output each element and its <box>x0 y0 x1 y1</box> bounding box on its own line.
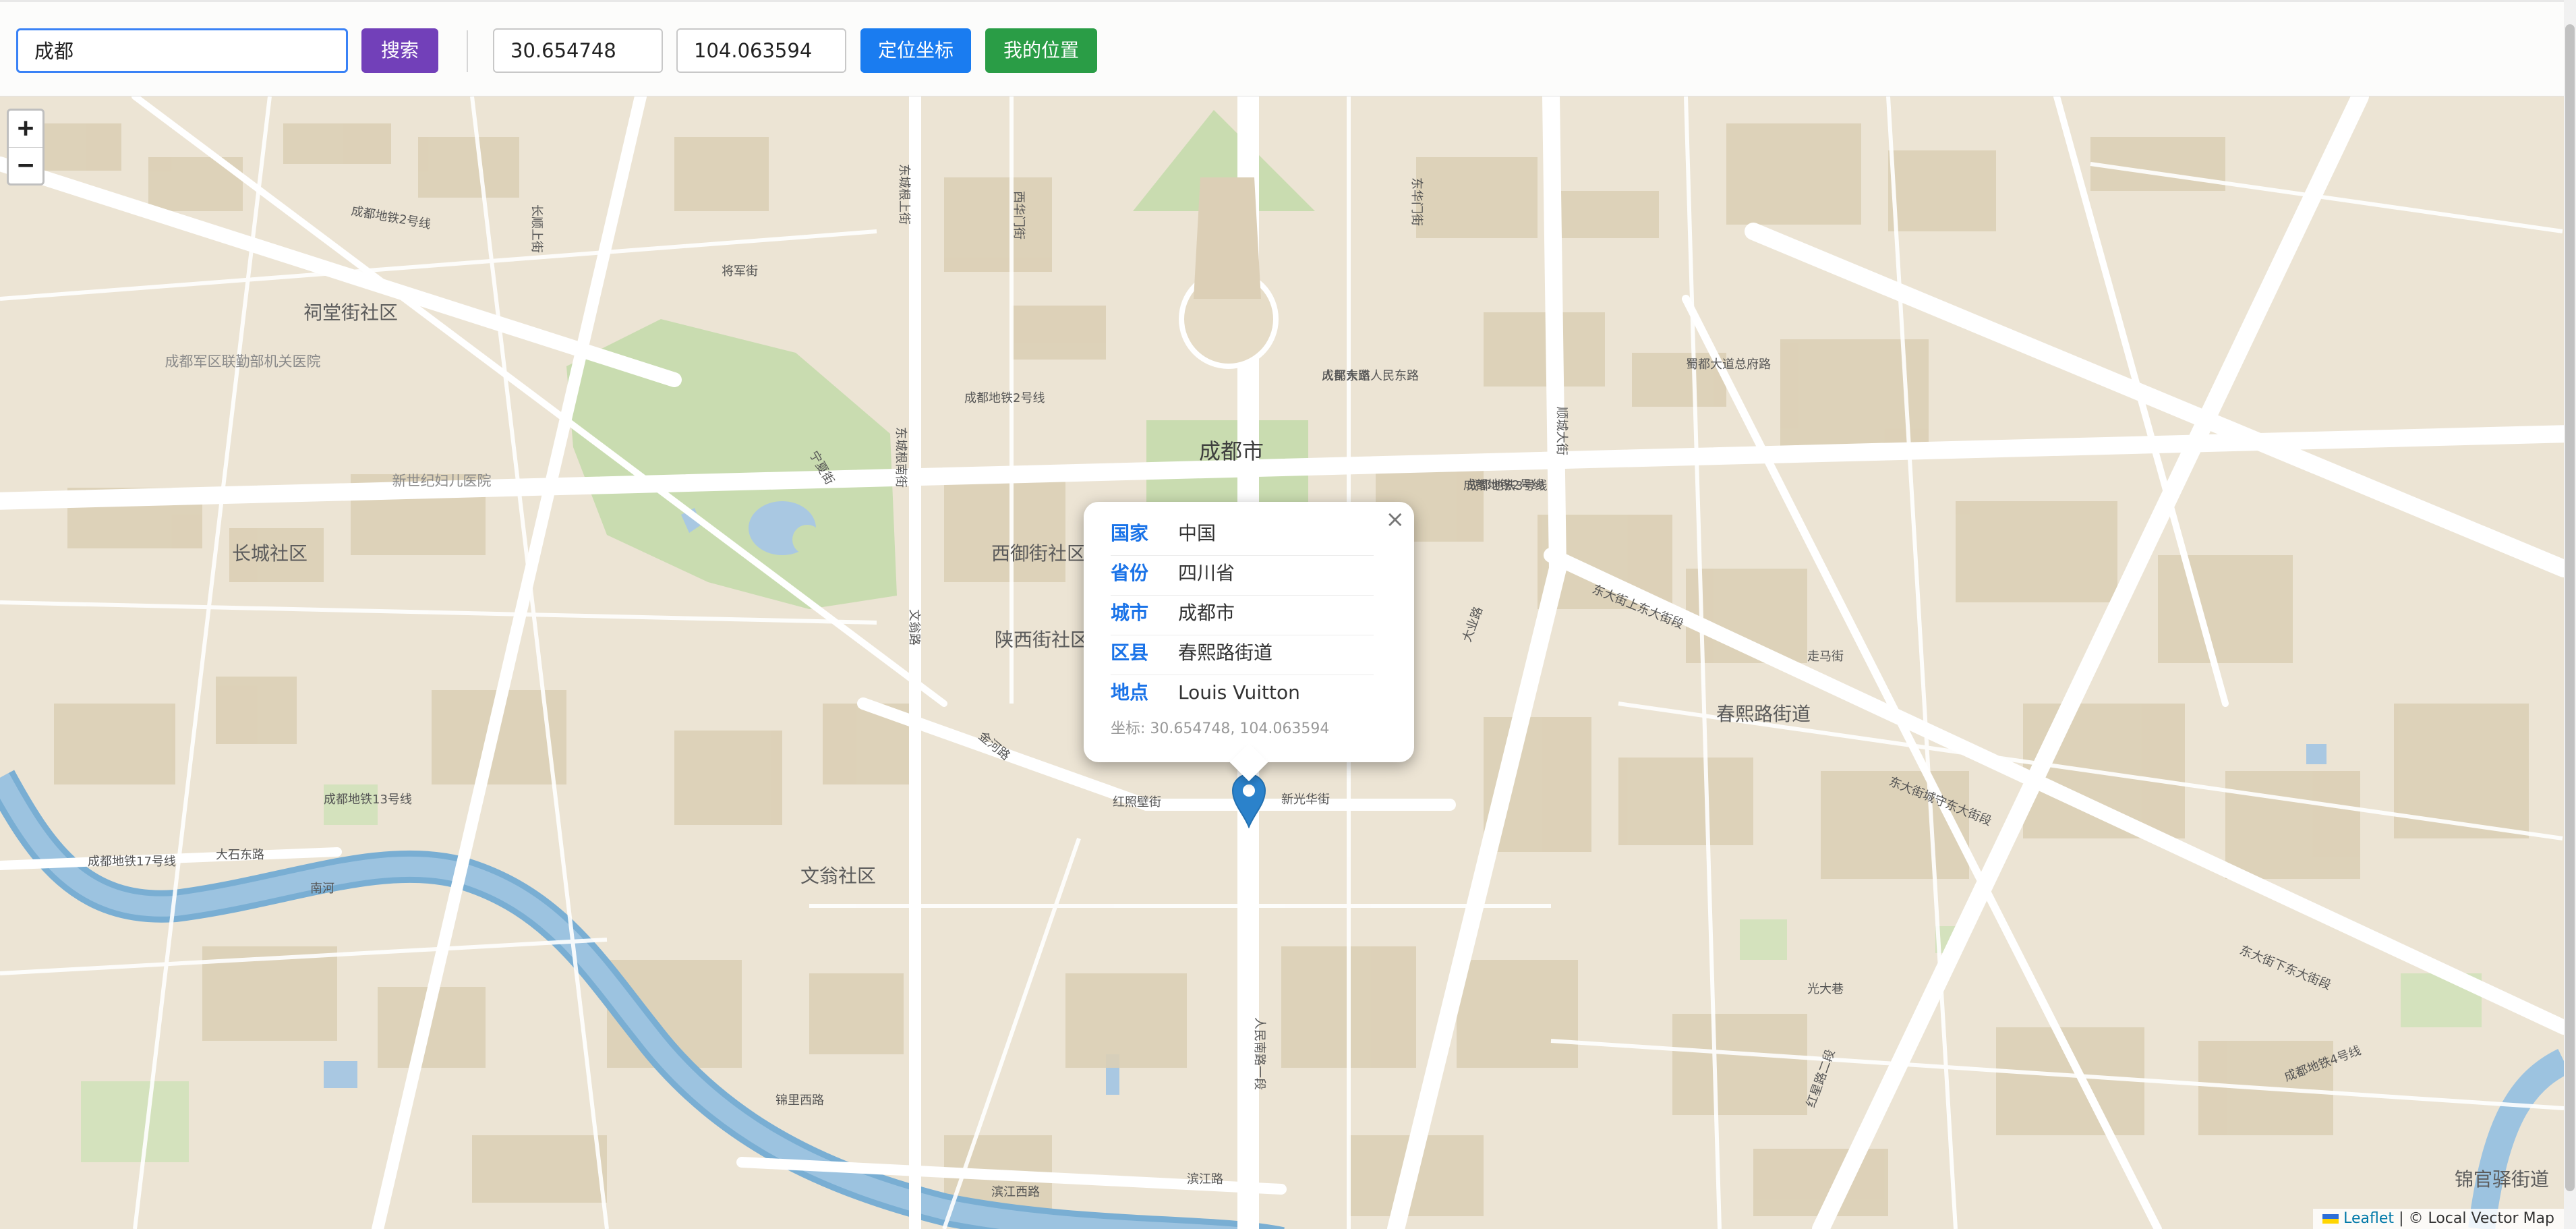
map-street-label: 顺城大街 <box>1554 407 1569 455</box>
map-street-label: 将军街 <box>722 264 758 279</box>
locate-coordinates-button[interactable]: 定位坐标 <box>860 28 971 73</box>
map-area-label: 祠堂街社区 <box>303 302 398 324</box>
map-street-label: 红星路二段 <box>1804 1048 1838 1110</box>
map-street-label: 滨江路 <box>1187 1172 1223 1187</box>
map-area-label: 成都市 <box>1199 438 1264 464</box>
zoom-control: + − <box>7 109 45 185</box>
popup-row-country: 国家 中国 <box>1111 515 1374 556</box>
map-area-label: 春熙路街道 <box>1716 703 1811 725</box>
popup-key: 地点 <box>1111 681 1149 704</box>
map-street-label: 东大街城守东大街段 <box>1887 774 1993 828</box>
map-street-label: 人民南路一段 <box>1252 1017 1266 1090</box>
map-street-label: 东城根上街 <box>897 164 911 225</box>
map-street-label: 新光华街 <box>1281 793 1330 807</box>
location-popup: × 国家 中国 省份 四川省 城市 成都市 区县 春熙路街道 地点 Louis Vuitt… <box>1084 502 1414 782</box>
map-poi-label: 新世纪妇儿医院 <box>392 473 492 489</box>
map-street-label: 走马街 <box>1807 650 1844 664</box>
ukraine-flag-icon <box>2322 1214 2339 1224</box>
map-area-label: 陕西街社区 <box>995 629 1089 651</box>
popup-close-button[interactable]: × <box>1386 506 1405 533</box>
map-street-label: 成都地铁17号线 <box>88 855 176 869</box>
zoom-out-button[interactable]: − <box>9 148 42 184</box>
map-street-label: 成都地铁3号线 <box>1467 479 1547 493</box>
popup-value: 春熙路街道 <box>1178 641 1273 664</box>
map-street-label: 东华门街 <box>1409 177 1424 226</box>
map-street-label: 成都大道人民东路 <box>1322 369 1419 383</box>
map-street-label: 长顺上街 <box>529 204 544 253</box>
map-street-label: 文翁路 <box>907 609 921 646</box>
map-street-label: 红照壁街 <box>1113 795 1161 809</box>
popup-key: 省份 <box>1111 562 1149 584</box>
map-canvas[interactable]: 成都市 祠堂街社区 长城社区 西御街社区 陕西街社区 文翁社区 春熙路街道 锦官… <box>0 96 2564 1229</box>
popup-row-place: 地点 Louis Vuitton <box>1111 675 1374 714</box>
map-street-label: 东大街下东大街段 <box>2237 943 2333 992</box>
map-street-label: 大石东路 <box>216 848 264 862</box>
map-pin-icon[interactable] <box>1231 773 1266 828</box>
scrollbar-thumb[interactable] <box>2565 24 2575 1191</box>
map-street-label: 西华门街 <box>1012 191 1026 239</box>
attribution-text: | © Local Vector Map <box>2399 1210 2554 1227</box>
popup-value: 成都市 <box>1178 602 1235 624</box>
map-area-label: 文翁社区 <box>800 865 876 887</box>
map-street-label: 宁夏街 <box>807 449 837 487</box>
popup-key: 国家 <box>1111 522 1149 544</box>
map-street-label: 成都地铁2号线 <box>350 204 432 231</box>
map-street-label: 金河路 <box>976 729 1013 764</box>
map-street-label: 东城根南街 <box>894 427 908 488</box>
latitude-input[interactable]: 30.654748 <box>493 28 663 73</box>
map-area-label: 锦官驿街道 <box>2455 1168 2549 1191</box>
popup-value: 四川省 <box>1178 562 1235 584</box>
popup-key: 城市 <box>1111 602 1149 624</box>
map-poi-label: 成都军区联勤部机关医院 <box>165 353 321 370</box>
map-street-label: 成都地铁13号线 <box>324 793 412 807</box>
longitude-input[interactable]: 104.063594 <box>676 28 846 73</box>
map-street-label: 大业路 <box>1460 605 1486 644</box>
map-street-label: 滨江西路 <box>991 1185 1040 1199</box>
map-attribution: Leaflet | © Local Vector Map <box>2313 1209 2564 1229</box>
zoom-in-button[interactable]: + <box>9 111 42 148</box>
search-input[interactable]: 成都 <box>16 28 348 73</box>
map-street-label: 东大街上东大街段 <box>1590 582 1685 631</box>
page-scrollbar[interactable] <box>2564 0 2576 1229</box>
map-street-label: 蜀都大道总府路 <box>1686 358 1771 372</box>
map-street-label: 光大巷 <box>1807 982 1844 996</box>
map-street-label: 锦里西路 <box>775 1093 824 1108</box>
toolbar-divider <box>467 30 468 72</box>
popup-key: 区县 <box>1111 641 1149 664</box>
map-area-label: 西御街社区 <box>991 542 1086 565</box>
popup-coordinates: 坐标: 30.654748, 104.063594 <box>1111 720 1330 737</box>
leaflet-link[interactable]: Leaflet <box>2343 1210 2394 1227</box>
map-street-label: 成都地铁4号线 <box>2283 1044 2363 1085</box>
popup-row-city: 城市 成都市 <box>1111 595 1374 635</box>
popup-value: Louis Vuitton <box>1178 681 1300 704</box>
map-area-label: 长城社区 <box>232 542 308 565</box>
map-street-label: 成都地铁2号线 <box>964 391 1045 405</box>
toolbar: 成都 搜索 30.654748 104.063594 定位坐标 我的位置 <box>0 0 2576 96</box>
popup-row-province: 省份 四川省 <box>1111 555 1374 596</box>
popup-value: 中国 <box>1178 522 1217 544</box>
my-location-button[interactable]: 我的位置 <box>985 28 1097 73</box>
map-street-label: 南河 <box>310 882 334 896</box>
popup-row-district: 区县 春熙路街道 <box>1111 635 1374 675</box>
search-button[interactable]: 搜索 <box>361 28 438 73</box>
